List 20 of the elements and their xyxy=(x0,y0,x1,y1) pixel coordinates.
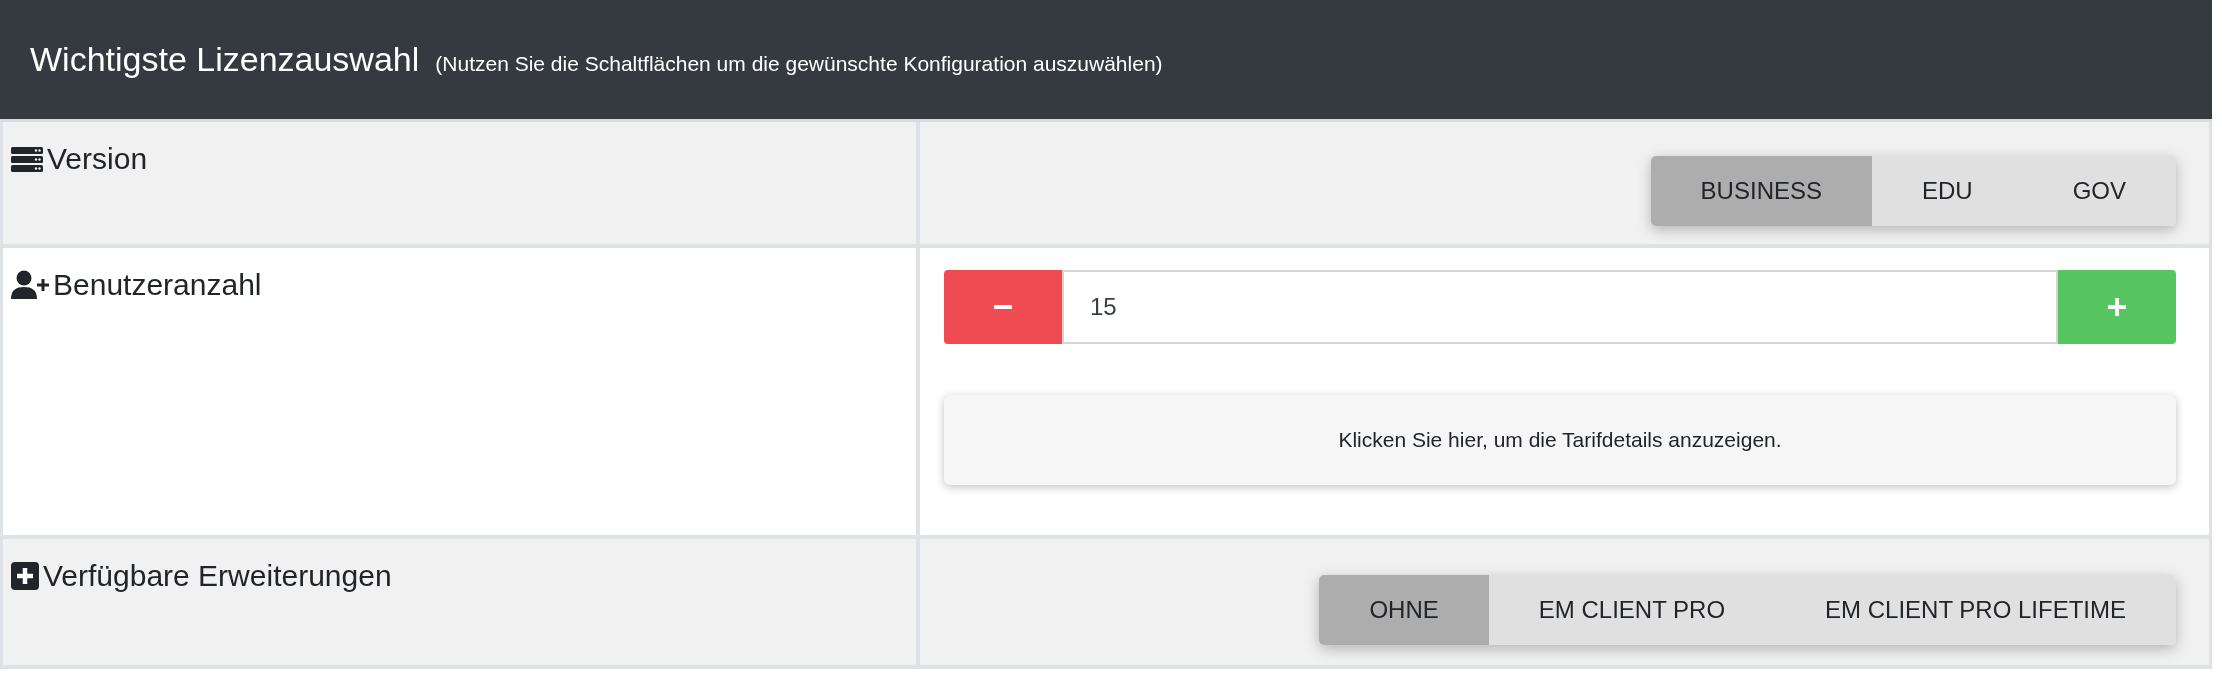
server-icon xyxy=(11,146,43,172)
page-subtitle: (Nutzen Sie die Schaltflächen um die gewünschte Konfiguration auszuwählen) xyxy=(435,51,1163,76)
option-button[interactable]: EDU xyxy=(1872,156,2023,226)
option-button[interactable]: GOV xyxy=(2022,156,2176,226)
minus-icon xyxy=(994,305,1012,309)
page-title: Wichtigste Lizenzauswahl xyxy=(30,40,420,79)
option-button[interactable]: EM CLIENT PRO LIFETIME xyxy=(1775,575,2176,645)
plus-square-icon xyxy=(11,562,39,590)
row-label: Version xyxy=(47,142,148,176)
option-button[interactable]: EM CLIENT PRO xyxy=(1488,575,1776,645)
quantity-field[interactable]: 15 xyxy=(1062,270,2058,344)
add-user-icon xyxy=(11,270,49,300)
plus-icon xyxy=(2108,298,2126,316)
decrement-button[interactable] xyxy=(944,270,1062,344)
option-button[interactable]: BUSINESS xyxy=(1650,156,1872,226)
option-button[interactable]: OHNE xyxy=(1319,575,1489,645)
details-button[interactable]: Klicken Sie hier, um die Tarifdetails anzuzeigen. xyxy=(944,395,2176,485)
row-label: Verfügbare Erweiterungen xyxy=(43,559,392,593)
row-label: Benutzeranzahl xyxy=(53,268,262,302)
increment-button[interactable] xyxy=(2058,270,2176,344)
